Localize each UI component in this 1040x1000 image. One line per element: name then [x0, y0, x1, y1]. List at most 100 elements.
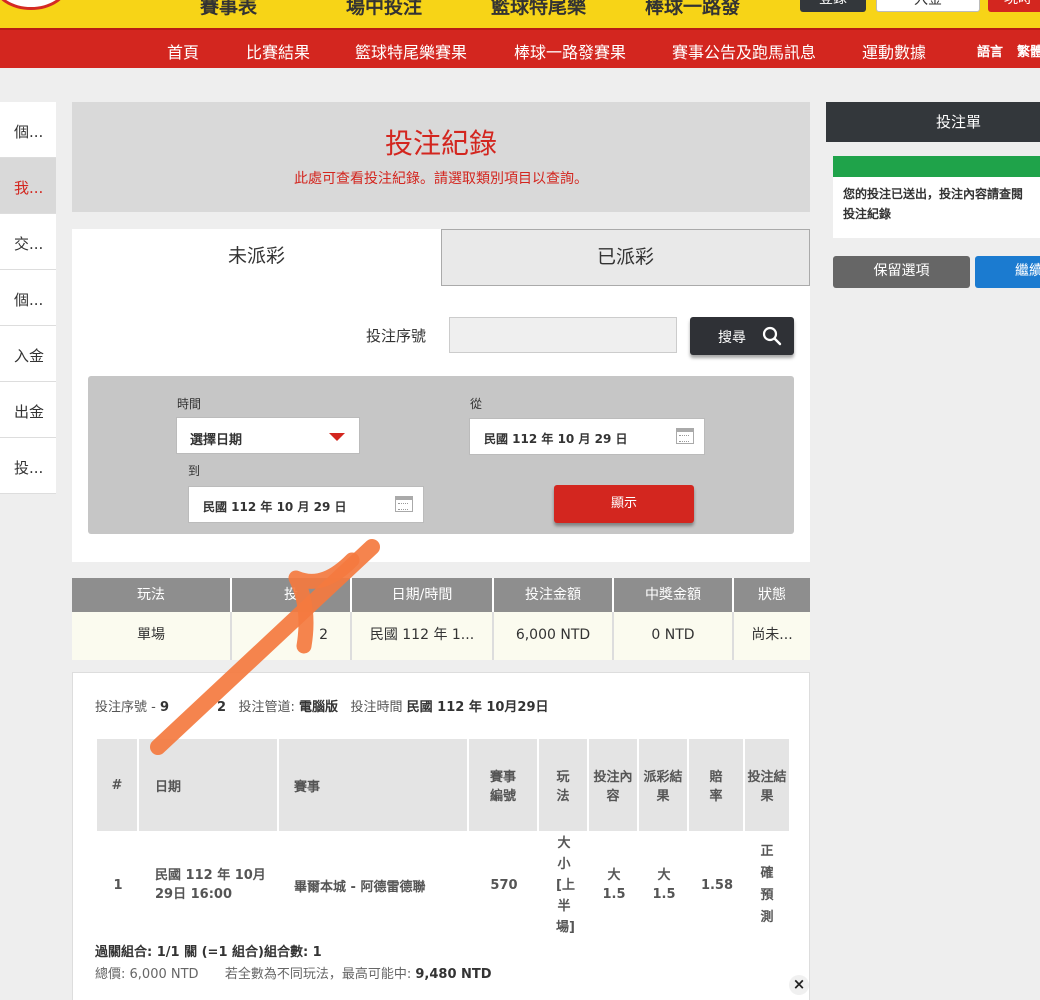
account-sidebar: 個... 我... 交... 個... 入金 出金 投...: [0, 102, 56, 494]
sidebar-item-deposit[interactable]: 入金: [0, 326, 56, 382]
join-button[interactable]: 現時: [988, 0, 1040, 12]
sidebar-item-personal[interactable]: 個...: [0, 270, 56, 326]
cell-bet-result: 正確預測: [760, 844, 774, 925]
bet-info-line: 投注序號 - 92 投注管道: 電腦版 投注時間 民國 112 年 10月29日: [95, 700, 549, 715]
page-title: 投注紀錄: [384, 127, 497, 160]
max-win-value: 9,480 NTD: [415, 967, 492, 982]
col-bet-result: 投注結果: [747, 770, 787, 804]
cell-odds: 1.58: [700, 877, 734, 893]
cell-event: 畢爾本城 - 阿德雷德聯: [294, 879, 426, 895]
cell-datetime: 民國 112 年 1...: [352, 612, 494, 660]
to-date-field[interactable]: 民國 112 年 10 月 29 日: [188, 486, 424, 523]
page-subtitle: 此處可查看投注紀錄。請選取類別項目以查詢。: [294, 171, 588, 187]
login-button[interactable]: 登錄: [800, 0, 866, 12]
to-label: 到: [188, 464, 201, 478]
col-datetime: 日期/時間: [352, 578, 494, 612]
cell-bet-content: 大 1.5: [602, 868, 626, 902]
parlay-combination: 過關組合: 1/1 關 (=1 組合)組合數: 1: [95, 945, 322, 960]
col-bet-amount: 投注金額: [494, 578, 614, 612]
chevron-down-icon: [329, 433, 345, 441]
top-nav-baseball-road[interactable]: 棒球一路發: [645, 0, 740, 19]
bet-slip-header[interactable]: 投注單: [826, 102, 1040, 142]
nav-home[interactable]: 首頁: [167, 39, 199, 63]
nav-sports-data[interactable]: 運動數據: [862, 39, 926, 63]
col-play: 玩法: [72, 578, 232, 612]
calendar-icon[interactable]: [395, 496, 413, 512]
serial-label: 投注序號: [95, 700, 148, 715]
col-payout-result: 派彩結果: [639, 739, 689, 831]
bet-detail-card: 投注序號 - 92 投注管道: 電腦版 投注時間 民國 112 年 10月29日…: [72, 672, 810, 1000]
sidebar-item-betting[interactable]: 投...: [0, 438, 56, 494]
time-label: 時間: [177, 397, 202, 411]
cell-date: 民國 112 年 10月29日 16:00: [155, 868, 266, 902]
top-nav-schedule[interactable]: 賽事表: [200, 0, 257, 19]
total-value: 6,000 NTD: [129, 967, 199, 982]
top-nav-basketball-tail[interactable]: 籃球特尾樂: [491, 0, 586, 19]
search-button-label: 搜尋: [718, 330, 746, 346]
nav-basketball-results[interactable]: 籃球特尾樂賽果: [355, 39, 467, 63]
cell-win-amount: 0 NTD: [614, 612, 734, 660]
search-icon: [762, 326, 782, 346]
col-odds: 賠率: [689, 739, 745, 831]
bet-slip-message: 您的投注已送出，投注內容請查閱 投注紀錄: [843, 187, 1024, 221]
sidebar-item-profile[interactable]: 個...: [0, 102, 56, 158]
cell-event-no: 570: [490, 877, 518, 893]
nav-announcements[interactable]: 賽事公告及跑馬訊息: [672, 39, 816, 63]
col-win-amount: 中獎金額: [614, 578, 734, 612]
col-event: 賽事: [279, 739, 469, 831]
language-selector[interactable]: 繁體: [1017, 41, 1040, 60]
serial-value-start: 9: [159, 700, 170, 715]
col-bet-serial: 投: [232, 578, 352, 612]
nav-results[interactable]: 比賽結果: [246, 39, 310, 63]
from-label: 從: [470, 397, 483, 411]
sidebar-item-withdraw[interactable]: 出金: [0, 382, 56, 438]
date-range-select[interactable]: 選擇日期: [176, 417, 360, 454]
calendar-icon[interactable]: [676, 428, 694, 444]
brand-logo[interactable]: [0, 0, 68, 10]
bet-slip-message-box: 您的投注已送出，投注內容請查閱 投注紀錄: [833, 156, 1040, 238]
col-date: 日期: [139, 739, 279, 831]
cell-play: 大小[上半場]: [556, 835, 575, 935]
continue-button[interactable]: 繼續: [975, 256, 1040, 288]
total-line: 總價: 6,000 NTD 若全數為不同玩法，最高可能中: 9,480 NTD: [95, 963, 492, 982]
nav-baseball-results[interactable]: 棒球一路發賽果: [514, 39, 626, 63]
date-range-value: 選擇日期: [190, 433, 243, 448]
bet-status-tabs: 未派彩 已派彩: [72, 229, 810, 286]
to-date-value: 民國 112 年 10 月 29 日: [203, 500, 347, 514]
deposit-button[interactable]: 入金: [876, 0, 980, 12]
from-date-field[interactable]: 民國 112 年 10 月 29 日: [469, 418, 705, 455]
col-bet-content: 投注內容: [589, 739, 639, 831]
sidebar-item-my-bets[interactable]: 我...: [0, 158, 56, 214]
max-win-label: 若全數為不同玩法，最高可能中:: [224, 967, 412, 982]
language-label: 語言: [977, 45, 1004, 60]
total-label: 總價:: [95, 967, 126, 982]
col-num: #: [97, 739, 139, 831]
bet-time-value: 民國 112 年 10月29日: [406, 700, 549, 715]
serial-input[interactable]: [449, 317, 677, 353]
tab-settled[interactable]: 已派彩: [441, 229, 810, 286]
bet-slip-title: 投注單: [936, 113, 982, 131]
detail-table-header: # 日期 賽事 賽事編號 玩法 投注內容 派彩結果 賠率 投注結果: [97, 739, 789, 831]
col-play: 玩法: [539, 739, 589, 831]
channel-label: 投注管道:: [238, 700, 295, 715]
page-header: 投注紀錄 此處可查看投注紀錄。請選取類別項目以查詢。: [72, 102, 810, 212]
cell-bet-amount: 6,000 NTD: [494, 612, 614, 660]
col-event-no: 賽事編號: [469, 739, 539, 831]
table-row: 1 民國 112 年 10月29日 16:00 畢爾本城 - 阿德雷德聯 570…: [97, 831, 789, 939]
show-button[interactable]: 顯示: [554, 485, 694, 523]
keep-selections-button[interactable]: 保留選項: [833, 256, 970, 288]
table-row[interactable]: 單場 2 民國 112 年 1... 6,000 NTD 0 NTD 尚未...: [72, 612, 810, 660]
main-nav: 首頁 比賽結果 籃球特尾樂賽果 棒球一路發賽果 賽事公告及跑馬訊息 運動數據 語…: [0, 28, 1040, 68]
summary-table-header: 玩法 投 日期/時間 投注金額 中獎金額 狀態: [72, 578, 810, 612]
channel-value: 電腦版: [299, 700, 339, 715]
top-header: 賽事表 場中投注 籃球特尾樂 棒球一路發 登錄 入金 現時: [0, 0, 1040, 28]
top-nav-live-betting[interactable]: 場中投注: [346, 0, 422, 19]
col-status: 狀態: [758, 587, 786, 603]
sidebar-item-transactions[interactable]: 交...: [0, 214, 56, 270]
date-filter: 時間 選擇日期 從 民國 112 年 10 月 29 日 到 民國 112 年 …: [88, 376, 794, 534]
cell-num: 1: [113, 877, 123, 893]
search-button[interactable]: 搜尋: [690, 317, 794, 355]
tab-unsettled[interactable]: 未派彩: [72, 229, 441, 286]
close-icon[interactable]: ×: [789, 975, 809, 995]
serial-value-end: 2: [217, 700, 227, 715]
